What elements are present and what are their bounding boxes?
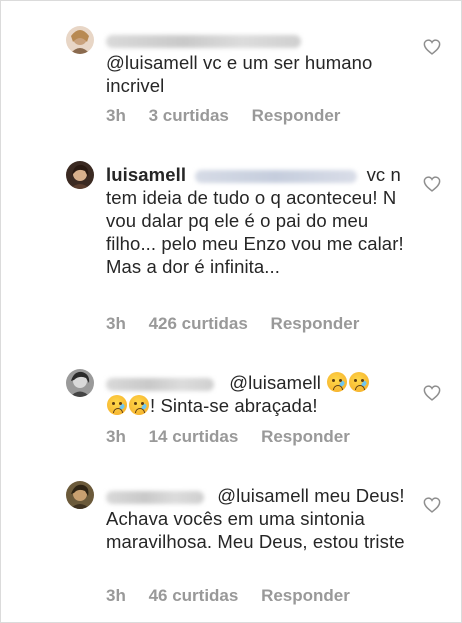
timestamp: 3h: [106, 314, 126, 333]
likes-count[interactable]: 426 curtidas: [149, 314, 248, 333]
timestamp: 3h: [106, 586, 126, 605]
comment-body: @luisamell vc e um ser humano incrivel: [106, 52, 373, 96]
comment-text: @luisamell meu Deus! Achava vocês em uma…: [106, 484, 411, 553]
reply-button[interactable]: Responder: [252, 106, 341, 125]
crying-face-emoji: [107, 395, 127, 415]
comment-meta: 3h 46 curtidas Responder: [106, 586, 368, 606]
heart-outline-icon[interactable]: [423, 385, 441, 401]
comment-text: @luisamell vc e um ser humano incrivel: [106, 51, 411, 97]
heart-outline-icon[interactable]: [423, 176, 441, 192]
comment-mention[interactable]: @luisamell: [217, 485, 309, 506]
timestamp: 3h: [106, 427, 126, 446]
comment-meta: 3h 3 curtidas Responder: [106, 106, 358, 126]
timestamp: 3h: [106, 106, 126, 125]
heart-outline-icon[interactable]: [423, 497, 441, 513]
reply-button[interactable]: Responder: [261, 427, 350, 446]
comment-meta: 3h 426 curtidas Responder: [106, 314, 377, 334]
likes-count[interactable]: 14 curtidas: [149, 427, 239, 446]
heart-outline-icon[interactable]: [423, 39, 441, 55]
username-blurred[interactable]: [106, 33, 301, 51]
reply-button[interactable]: Responder: [271, 314, 360, 333]
avatar[interactable]: [66, 161, 94, 189]
comment-text: @luisamell ! Sinta-se abraçada!: [106, 371, 411, 417]
comment-username[interactable]: luisamell: [106, 164, 186, 185]
crying-face-emoji: [327, 372, 348, 392]
likes-count[interactable]: 46 curtidas: [149, 586, 239, 605]
likes-count[interactable]: 3 curtidas: [149, 106, 229, 125]
comment-mention[interactable]: @luisamell: [229, 372, 321, 393]
mention-blurred[interactable]: [195, 169, 358, 183]
avatar[interactable]: [66, 481, 94, 509]
avatar[interactable]: [66, 26, 94, 54]
comment-meta: 3h 14 curtidas Responder: [106, 427, 368, 447]
reply-button[interactable]: Responder: [261, 586, 350, 605]
comment-text: luisamell vc n tem ideia de tudo o q aco…: [106, 163, 411, 278]
avatar[interactable]: [66, 369, 94, 397]
username-blurred[interactable]: [106, 377, 214, 391]
comment-body: ! Sinta-se abraçada!: [150, 395, 318, 416]
crying-face-emoji: [349, 372, 370, 392]
crying-face-emoji: [129, 395, 149, 415]
username-blurred[interactable]: [106, 490, 204, 504]
